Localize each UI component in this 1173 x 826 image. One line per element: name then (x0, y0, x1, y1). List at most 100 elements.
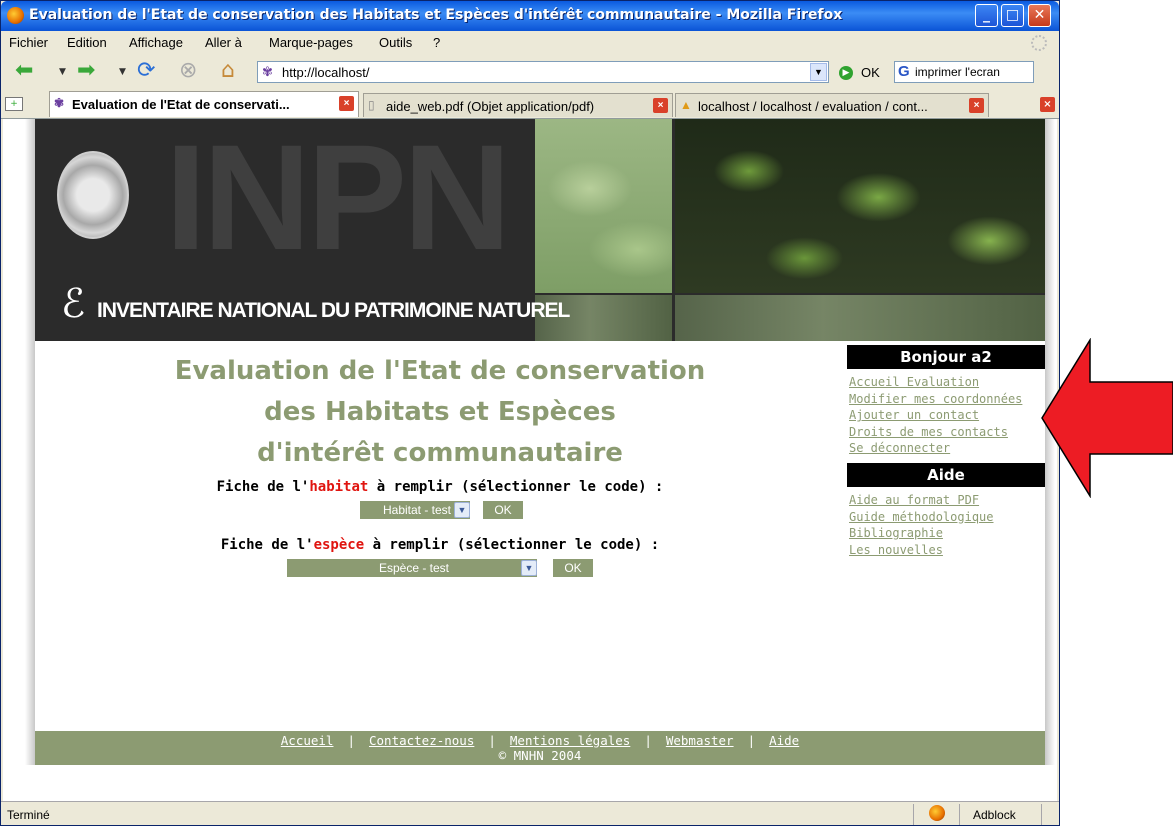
home-icon[interactable]: ⌂ (221, 59, 235, 83)
throbber-icon (1031, 35, 1047, 51)
search-box[interactable]: G imprimer l'ecran (894, 61, 1034, 83)
menu-fichier[interactable]: Fichier (9, 35, 48, 50)
footer-link-webmaster[interactable]: Webmaster (666, 733, 734, 748)
menu-aller[interactable]: Aller à (205, 35, 242, 50)
copyright: © MNHN 2004 (498, 748, 582, 763)
link-guide-methodologique[interactable]: Guide méthodologique (849, 509, 1049, 526)
document-icon: ▯ (368, 98, 375, 112)
go-button[interactable]: OK (861, 65, 880, 80)
tab-evaluation[interactable]: ✾ Evaluation de l'Etat de conservati... … (49, 91, 359, 117)
title-bar[interactable]: Evaluation de l'Etat de conservation des… (1, 1, 1059, 31)
close-tab-icon[interactable]: × (653, 98, 668, 113)
chevron-down-icon[interactable]: ▼ (521, 560, 537, 576)
inpn-emblem-icon: ℰ (61, 281, 86, 327)
link-droits-contacts[interactable]: Droits de mes contacts (849, 424, 1049, 441)
habitat-controls: Habitat - test ▼ OK (360, 501, 530, 519)
url-history-dropdown[interactable]: ▼ (810, 63, 827, 81)
back-history-dropdown[interactable]: ▼ (59, 67, 66, 77)
status-bar: Terminé Adblock (1, 801, 1059, 826)
link-bibliographie[interactable]: Bibliographie (849, 525, 1049, 542)
close-window-button[interactable]: ✕ (1028, 4, 1051, 27)
maximize-button[interactable]: □ (1001, 4, 1024, 27)
link-modifier-coordonnees[interactable]: Modifier mes coordonnées (849, 391, 1049, 408)
stop-icon[interactable]: ⊗ (179, 59, 197, 83)
link-nouvelles[interactable]: Les nouvelles (849, 542, 1049, 559)
menu-edition[interactable]: Edition (67, 35, 107, 50)
page-title: Evaluation de l'Etat de conservation des… (145, 351, 735, 474)
habitat-select[interactable]: Habitat - test ▼ (360, 501, 470, 519)
habitat-ok-button[interactable]: OK (483, 501, 523, 519)
search-input[interactable]: imprimer l'ecran (915, 65, 1000, 79)
tab-aide-pdf[interactable]: ▯ aide_web.pdf (Objet application/pdf) × (363, 93, 673, 117)
tab-phpmyadmin[interactable]: ▲ localhost / localhost / evaluation / c… (675, 93, 989, 117)
status-divider (959, 804, 960, 825)
tab-label: Evaluation de l'Etat de conservati... (72, 97, 290, 112)
forward-arrow-icon[interactable]: ➡ (77, 59, 95, 83)
habitat-form: Fiche de l'habitat à remplir (sélectionn… (145, 479, 735, 519)
page-viewport[interactable]: INPN ℰ INVENTAIRE NATIONAL DU PATRIMOINE… (3, 119, 1057, 801)
lily-pad-photo (675, 119, 1045, 293)
menu-outils[interactable]: Outils (379, 35, 412, 50)
link-se-deconnecter[interactable]: Se déconnecter (849, 440, 1049, 457)
new-tab-icon[interactable]: + (5, 97, 23, 111)
site-banner: INPN ℰ INVENTAIRE NATIONAL DU PATRIMOINE… (35, 119, 1045, 341)
banner-subtitle: INVENTAIRE NATIONAL DU PATRIMOINE NATURE… (97, 299, 570, 322)
link-aide-pdf[interactable]: Aide au format PDF (849, 492, 1049, 509)
firefox-status-icon[interactable] (929, 805, 945, 821)
espece-label: Fiche de l'espèce à remplir (sélectionne… (220, 537, 660, 553)
firefox-icon (7, 7, 24, 24)
espece-controls: Espèce - test ▼ OK (287, 559, 607, 577)
url-bar[interactable]: ✾ http://localhost/ ▼ (257, 61, 829, 83)
footer-link-contact[interactable]: Contactez-nous (369, 733, 474, 748)
reload-icon[interactable]: ⟳ (137, 59, 155, 83)
espece-ok-button[interactable]: OK (553, 559, 593, 577)
back-arrow-icon[interactable]: ⬅ (15, 59, 33, 83)
phpmyadmin-icon: ▲ (680, 98, 692, 112)
url-text: http://localhost/ (282, 65, 370, 80)
close-tab-icon[interactable]: × (969, 98, 984, 113)
link-ajouter-contact[interactable]: Ajouter un contact (849, 407, 1049, 424)
footer-link-aide[interactable]: Aide (769, 733, 799, 748)
minimize-button[interactable]: _ (975, 4, 998, 27)
photo-strip (675, 295, 1045, 341)
footer-links: Accueil | Contactez-nous | Mentions légales |… (280, 733, 800, 748)
go-icon[interactable]: ▶ (839, 66, 853, 80)
close-tab-button[interactable]: × (1040, 97, 1055, 112)
habitat-label: Fiche de l'habitat à remplir (sélectionn… (216, 479, 664, 495)
menu-bar: Fichier Edition Affichage Aller à Marque… (1, 31, 1059, 53)
site-favicon-icon: ✾ (54, 96, 65, 110)
google-search-icon[interactable]: G (898, 63, 910, 80)
close-tab-icon[interactable]: × (339, 96, 354, 111)
chevron-down-icon[interactable]: ▼ (454, 502, 470, 518)
status-divider (913, 804, 914, 825)
tab-bar: + ✾ Evaluation de l'Etat de conservati..… (1, 89, 1059, 119)
menu-affichage[interactable]: Affichage (129, 35, 183, 50)
site-favicon-icon: ✾ (262, 64, 273, 79)
status-divider (1041, 804, 1042, 825)
user-greeting: Bonjour a2 (847, 345, 1045, 369)
user-links: Accueil Evaluation Modifier mes coordonn… (849, 374, 1049, 457)
title-line: d'intérêt communautaire (257, 438, 623, 468)
footer-link-accueil[interactable]: Accueil (281, 733, 334, 748)
mnhn-seal-logo (57, 151, 129, 239)
window-title: Evaluation de l'Etat de conservation des… (29, 7, 843, 23)
status-text: Terminé (7, 808, 50, 822)
espece-form: Fiche de l'espèce à remplir (sélectionne… (145, 537, 735, 577)
tab-label: aide_web.pdf (Objet application/pdf) (386, 99, 595, 114)
help-heading: Aide (847, 463, 1045, 487)
forward-history-dropdown[interactable]: ▼ (119, 67, 126, 77)
menu-help[interactable]: ? (433, 35, 440, 50)
adblock-button[interactable]: Adblock (973, 808, 1016, 822)
espece-select[interactable]: Espèce - test ▼ (287, 559, 537, 577)
title-line: Evaluation de l'Etat de conservation (174, 356, 706, 386)
footer-link-mentions[interactable]: Mentions légales (510, 733, 630, 748)
navigation-toolbar: ⬅ ▼ ➡ ▼ ⟳ ⊗ ⌂ ✾ http://localhost/ ▼ ▶ OK… (1, 53, 1059, 89)
link-accueil-evaluation[interactable]: Accueil Evaluation (849, 374, 1049, 391)
inpn-big-logo: INPN (165, 119, 511, 281)
lily-pad-photo (535, 119, 672, 293)
page-shadow-left (25, 119, 35, 765)
menu-marque-pages[interactable]: Marque-pages (269, 35, 353, 50)
web-page: INPN ℰ INVENTAIRE NATIONAL DU PATRIMOINE… (35, 119, 1045, 765)
page-footer: Accueil | Contactez-nous | Mentions légales |… (35, 731, 1045, 765)
tab-label: localhost / localhost / evaluation / con… (698, 99, 928, 114)
